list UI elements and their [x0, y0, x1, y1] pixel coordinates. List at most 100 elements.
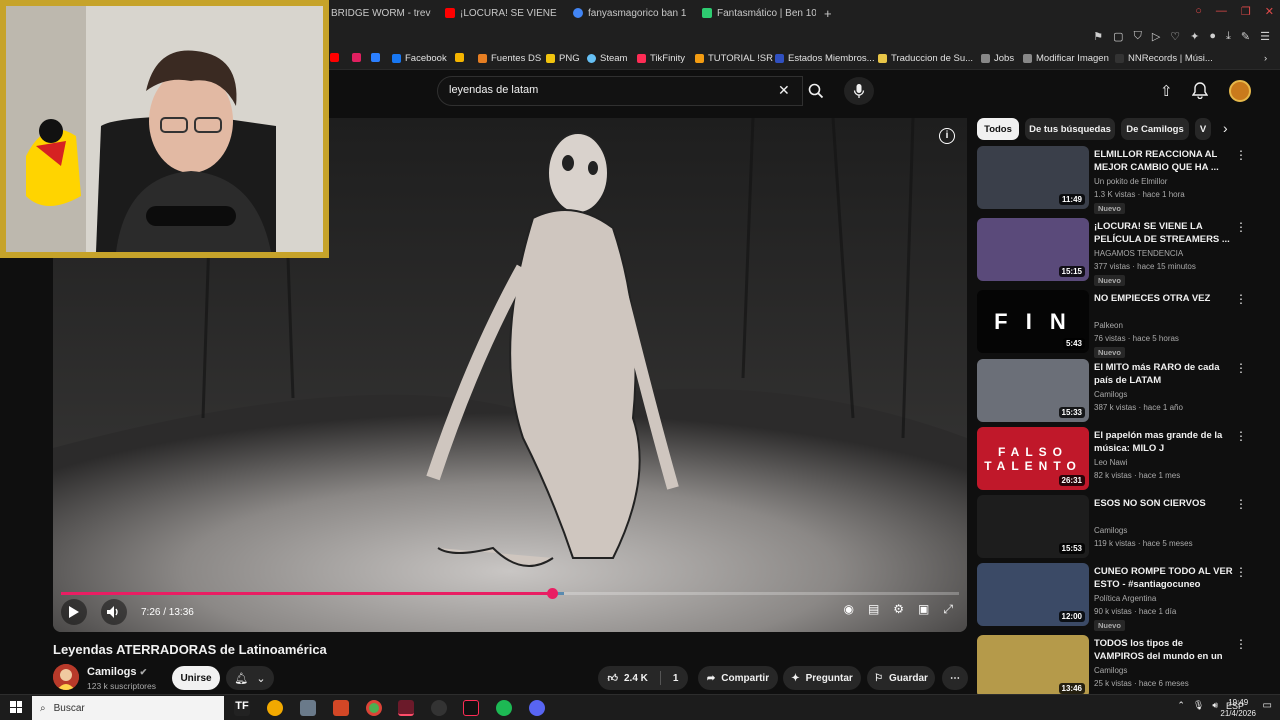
more-options-icon[interactable]: ⋮: [1235, 220, 1247, 234]
bookmarks-overflow-icon[interactable]: ›: [1264, 53, 1267, 64]
like-button[interactable]: 👍︎ 2.4 K: [608, 672, 648, 685]
join-button[interactable]: Unirse: [172, 666, 220, 690]
autoplay-toggle-icon[interactable]: ◉: [843, 602, 853, 617]
recommendation-channel[interactable]: Un pokito de Elmillor: [1094, 177, 1167, 186]
ask-button[interactable]: ✦ Preguntar: [783, 666, 861, 690]
fullscreen-icon[interactable]: ⤢: [943, 602, 953, 617]
bookmark-steam[interactable]: Steam: [587, 53, 627, 64]
screenshot-icon[interactable]: ▢: [1113, 30, 1123, 43]
extensions-icon[interactable]: ✦: [1190, 30, 1199, 43]
recommendation-item[interactable]: F I N 5:43 NO EMPIECES OTRA VEZ Palkeon …: [977, 290, 1267, 358]
upload-icon[interactable]: ⇧: [1160, 82, 1173, 100]
bookmark-square-icon[interactable]: [371, 53, 380, 62]
volume-tray-icon[interactable]: 🔊︎: [1212, 700, 1218, 711]
chip-de-camilogs[interactable]: De Camilogs: [1121, 118, 1189, 140]
recommendation-item[interactable]: 12:00 CUNEO ROMPE TODO AL VER ESTO - #sa…: [977, 563, 1267, 631]
browser-tab[interactable]: ¡LOCURA! SE VIENE LA PE: [445, 4, 557, 22]
recommendation-title[interactable]: ESOS NO SON CIERVOS: [1094, 497, 1234, 510]
recommendation-channel[interactable]: Palkeon: [1094, 321, 1123, 330]
coin-app-icon[interactable]: [267, 700, 283, 716]
recommendation-channel[interactable]: Camilogs: [1094, 526, 1127, 535]
maximize-icon[interactable]: ❐: [1241, 5, 1251, 18]
chip-de-tus-busquedas[interactable]: De tus búsquedas: [1025, 118, 1115, 140]
video-thumbnail[interactable]: 11:49: [977, 146, 1089, 209]
bookmark-nnrecords[interactable]: NNRecords | Músi...: [1115, 53, 1213, 64]
chips-next-icon[interactable]: ›: [1223, 120, 1228, 136]
bookmark-png[interactable]: PNG: [546, 53, 580, 64]
recommendation-item[interactable]: FALSO TALENTO 26:31 El papelón mas grand…: [977, 427, 1267, 491]
recommendation-title[interactable]: El MITO más RARO de cada país de LATAM: [1094, 361, 1234, 387]
video-thumbnail[interactable]: 13:46: [977, 635, 1089, 698]
account-avatar[interactable]: [1229, 80, 1251, 102]
taskbar-search-input[interactable]: ⌕ Buscar: [32, 696, 224, 720]
bookmark-folder-jobs[interactable]: Jobs: [981, 53, 1014, 64]
browser-tab[interactable]: Fantasmático | Ben 10 Wiki: [702, 4, 816, 22]
recommendation-title[interactable]: El papelón mas grande de la música: MILO…: [1094, 429, 1234, 455]
heart-icon[interactable]: ♡: [1170, 30, 1180, 43]
taskbar-clock[interactable]: 19:49 21/4/2026: [1220, 697, 1256, 719]
miniplayer-icon[interactable]: ▣: [918, 602, 929, 617]
share-button[interactable]: ➦ Compartir: [698, 666, 778, 690]
tikfinity-app-icon[interactable]: TF: [234, 700, 250, 716]
bookmark-facebook[interactable]: Facebook: [392, 53, 447, 64]
save-button[interactable]: ⚐ Guardar: [867, 666, 935, 690]
bookmark-tutorial-sr[interactable]: TUTORIAL !SR: [695, 53, 773, 64]
more-actions-button[interactable]: ⋯: [942, 666, 968, 690]
bookmark-fuentes-ds[interactable]: Fuentes DS: [478, 53, 541, 64]
play-button[interactable]: [61, 599, 87, 625]
progress-bar[interactable]: [61, 588, 959, 599]
microphone-tray-icon[interactable]: 🎙︎: [1193, 700, 1204, 711]
search-input[interactable]: leyendas de latam ✕: [437, 76, 803, 106]
recommendation-channel[interactable]: Política Argentina: [1094, 594, 1156, 603]
discord-app-icon[interactable]: [529, 700, 545, 716]
tiktok-app-icon[interactable]: [463, 700, 479, 716]
bookmark-lightning-icon[interactable]: [352, 53, 361, 62]
profile-icon[interactable]: ●: [1209, 30, 1216, 43]
bookmark-tikfinity[interactable]: TikFinity: [637, 53, 685, 64]
recommendation-title[interactable]: ¡LOCURA! SE VIENE LA PELÍCULA DE STREAME…: [1094, 220, 1234, 246]
shield-icon[interactable]: ⛉: [1134, 30, 1142, 43]
notification-center-icon[interactable]: ▭: [1263, 700, 1272, 711]
search-button[interactable]: [800, 76, 832, 106]
windows-start-icon[interactable]: [10, 701, 22, 713]
bookmark-traduccion[interactable]: Traduccion de Su...: [878, 53, 973, 64]
recommendation-channel[interactable]: HAGAMOS TENDENCIA: [1094, 249, 1183, 258]
spotify-app-icon[interactable]: [496, 700, 512, 716]
recommendation-item[interactable]: 15:53 ESOS NO SON CIERVOS Camilogs 119 k…: [977, 495, 1267, 559]
chip-todos[interactable]: Todos: [977, 118, 1019, 140]
info-icon[interactable]: i: [939, 128, 955, 144]
subtitles-icon[interactable]: ▤: [868, 602, 879, 617]
recommendation-item[interactable]: 11:49 ELMILLOR REACCIONA AL MEJOR CAMBIO…: [977, 146, 1267, 214]
recommendation-item[interactable]: 15:33 El MITO más RARO de cada país de L…: [977, 359, 1267, 423]
search-query[interactable]: leyendas de latam: [449, 84, 538, 96]
powerpoint-app-icon[interactable]: [333, 700, 349, 716]
bookmark-folder-modificar-imagen[interactable]: Modificar Imagen: [1023, 53, 1109, 64]
recommendation-channel[interactable]: Camilogs: [1094, 666, 1127, 675]
play-icon[interactable]: ▷: [1152, 30, 1160, 43]
more-options-icon[interactable]: ⋮: [1235, 429, 1247, 443]
chrome-app-icon[interactable]: [366, 700, 382, 716]
shield-app-icon[interactable]: [300, 700, 316, 716]
more-options-icon[interactable]: ⋮: [1235, 497, 1247, 511]
channel-name[interactable]: Camilogs ✔: [87, 666, 147, 678]
recommendation-channel[interactable]: Camilogs: [1094, 390, 1127, 399]
recommendation-item[interactable]: 15:15 ¡LOCURA! SE VIENE LA PELÍCULA DE S…: [977, 218, 1267, 286]
obs-app-icon[interactable]: [431, 700, 447, 716]
voice-search-button[interactable]: [844, 77, 874, 105]
video-thumbnail[interactable]: 12:00: [977, 563, 1089, 626]
recommendation-item[interactable]: 13:46 TODOS los tipos de VAMPIROS del mu…: [977, 635, 1267, 699]
minimize-icon[interactable]: —: [1216, 5, 1227, 18]
bookmark-drive-icon[interactable]: [455, 53, 464, 62]
video-thumbnail[interactable]: 15:33: [977, 359, 1089, 422]
video-thumbnail[interactable]: FALSO TALENTO 26:31: [977, 427, 1089, 490]
more-options-icon[interactable]: ⋮: [1235, 148, 1247, 162]
browser-tab[interactable]: BRIDGE WORM - trevor he: [331, 4, 431, 22]
browser-tab[interactable]: fanyasmagorico ban 10 -: [573, 4, 686, 22]
recommendation-title[interactable]: CUNEO ROMPE TODO AL VER ESTO - #santiago…: [1094, 565, 1234, 592]
video-thumbnail[interactable]: 15:53: [977, 495, 1089, 558]
notifications-icon[interactable]: [1191, 81, 1209, 104]
menu-icon[interactable]: ☰: [1260, 30, 1270, 43]
bookmark-icon[interactable]: ⚑: [1093, 30, 1103, 43]
ai-icon[interactable]: ✎: [1241, 30, 1250, 43]
opera-gx-app-icon[interactable]: [398, 700, 414, 716]
